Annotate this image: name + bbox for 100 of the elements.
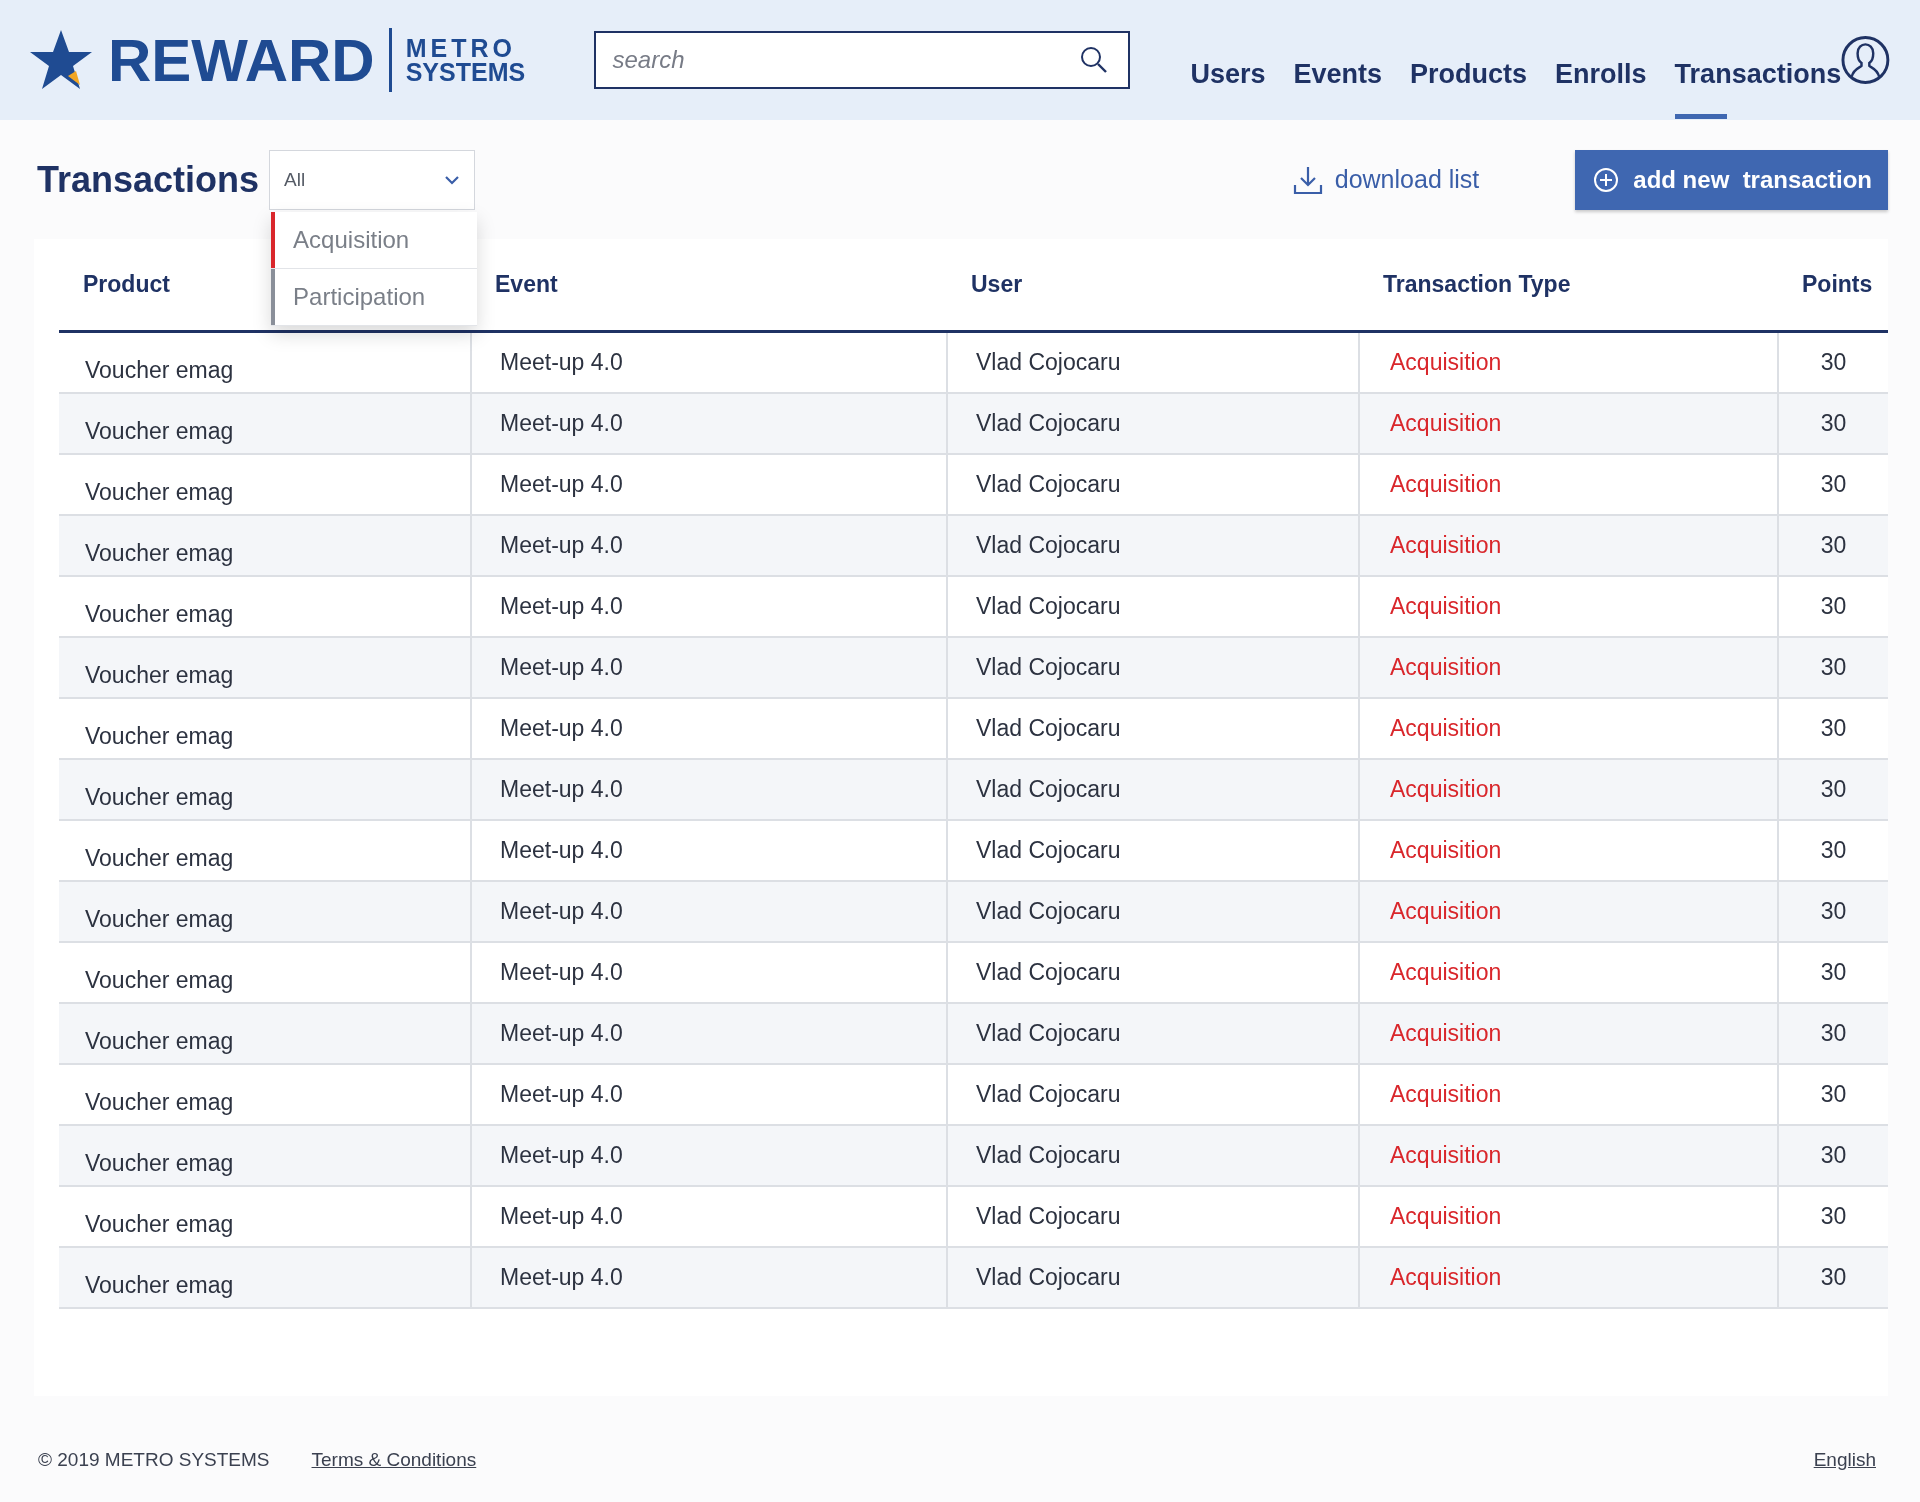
chevron-icon [444, 174, 461, 185]
table-cell: Voucher emag [59, 1185, 471, 1247]
table-cell: Vlad Cojocaru [947, 392, 1359, 454]
table-cell: Acquisition [1359, 1063, 1778, 1125]
table-cell: Vlad Cojocaru [947, 1246, 1359, 1308]
table-cell: Vlad Cojocaru [947, 941, 1359, 1003]
table-cell: Meet-up 4.0 [471, 819, 947, 881]
table-cell: Voucher emag [59, 514, 471, 576]
logo-brand: SYSTEMS [405, 60, 526, 84]
search-field[interactable]: search [594, 31, 1131, 89]
table-cell: Vlad Cojocaru [947, 1002, 1359, 1064]
table-cell: Acquisition [1359, 392, 1778, 454]
table-cell: Vlad Cojocaru [947, 636, 1359, 698]
column-header: User [947, 239, 1359, 332]
nav-tab[interactable]: Events [1293, 29, 1383, 119]
table-cell: 30 [1778, 1063, 1888, 1125]
table-cell: Voucher emag [59, 697, 471, 759]
table-cell: Voucher emag [59, 941, 471, 1003]
table-cell: Vlad Cojocaru [947, 1124, 1359, 1186]
table-cell: Voucher emag [59, 819, 471, 881]
add-transaction-button[interactable]: add new transaction [1575, 149, 1888, 210]
logo-brand: METRO [405, 36, 517, 60]
table-cell: Meet-up 4.0 [471, 575, 947, 637]
table-cell: Voucher emag [59, 1002, 471, 1064]
column-header: Points [1778, 239, 1888, 332]
user-avatar-icon[interactable] [1841, 35, 1890, 85]
table-cell: Meet-up 4.0 [471, 636, 947, 698]
table-cell: 30 [1778, 1246, 1888, 1308]
table-cell: Voucher emag [59, 1124, 471, 1186]
table-cell: Vlad Cojocaru [947, 819, 1359, 881]
table-cell: 30 [1778, 575, 1888, 637]
table-cell: Meet-up 4.0 [471, 453, 947, 515]
table-cell: Acquisition [1359, 636, 1778, 698]
table-cell: 30 [1778, 636, 1888, 698]
table-cell: Vlad Cojocaru [947, 697, 1359, 759]
table-cell: Meet-up 4.0 [471, 880, 947, 942]
table-cell: 30 [1778, 697, 1888, 759]
table-cell: Voucher emag [59, 636, 471, 698]
table-cell: Acquisition [1359, 880, 1778, 942]
table-cell: Acquisition [1359, 453, 1778, 515]
table-cell: Acquisition [1359, 819, 1778, 881]
table-cell: Acquisition [1359, 331, 1778, 393]
nav-tab[interactable]: Users [1190, 29, 1266, 119]
table-cell: Acquisition [1359, 1002, 1778, 1064]
table-cell: Meet-up 4.0 [471, 758, 947, 820]
table-cell: 30 [1778, 392, 1888, 454]
table-cell: Acquisition [1359, 758, 1778, 820]
table-cell: 30 [1778, 1185, 1888, 1247]
table-cell: Acquisition [1359, 575, 1778, 637]
table-cell: Voucher emag [59, 453, 471, 515]
table-cell: Meet-up 4.0 [471, 1246, 947, 1308]
table-cell: Voucher emag [59, 758, 471, 820]
table-cell: Meet-up 4.0 [471, 1124, 947, 1186]
table-cell: Vlad Cojocaru [947, 880, 1359, 942]
copyright-text: © 2019 METRO SYSTEMS [38, 1449, 270, 1471]
table-cell: 30 [1778, 819, 1888, 881]
language-link[interactable]: English [1813, 1449, 1876, 1471]
table-cell: Acquisition [1359, 941, 1778, 1003]
table-cell: Acquisition [1359, 514, 1778, 576]
table-cell: Meet-up 4.0 [471, 941, 947, 1003]
table-cell: 30 [1778, 331, 1888, 393]
download-link[interactable]: download list [1292, 164, 1480, 195]
search-icon [1080, 46, 1109, 74]
logo-title: REWARD [108, 25, 375, 95]
table-cell: Voucher emag [59, 1246, 471, 1308]
table-cell: Voucher emag [59, 880, 471, 942]
nav-tab[interactable]: Products [1410, 29, 1528, 119]
table-cell: Vlad Cojocaru [947, 758, 1359, 820]
dropdown-option[interactable]: Participation [275, 282, 426, 311]
table-cell: 30 [1778, 941, 1888, 1003]
dropdown-option[interactable]: Acquisition [275, 225, 410, 254]
table-cell: Meet-up 4.0 [471, 331, 947, 393]
column-header: Transaction Type [1359, 239, 1778, 332]
table-cell: 30 [1778, 1002, 1888, 1064]
table-cell: Vlad Cojocaru [947, 514, 1359, 576]
page-title: Transactions [37, 158, 260, 201]
table-cell: Meet-up 4.0 [471, 697, 947, 759]
table-cell: Acquisition [1359, 697, 1778, 759]
table-cell: Acquisition [1359, 1246, 1778, 1308]
table-cell: 30 [1778, 880, 1888, 942]
table-cell: Voucher emag [59, 1063, 471, 1125]
star-icon [28, 28, 94, 92]
table-cell: Voucher emag [59, 331, 471, 393]
table-cell: Meet-up 4.0 [471, 1185, 947, 1247]
table-cell: Vlad Cojocaru [947, 331, 1359, 393]
filter-dropdown[interactable]: All [269, 149, 476, 210]
table-cell: Meet-up 4.0 [471, 392, 947, 454]
nav-tab[interactable]: Enrolls [1555, 29, 1647, 119]
table-cell: Vlad Cojocaru [947, 453, 1359, 515]
table-cell: Vlad Cojocaru [947, 1063, 1359, 1125]
table-cell: Acquisition [1359, 1124, 1778, 1186]
table-cell: 30 [1778, 514, 1888, 576]
terms-link[interactable]: Terms & Conditions [311, 1449, 477, 1471]
download-icon [1292, 164, 1323, 195]
table-cell: 30 [1778, 1124, 1888, 1186]
table-cell: Meet-up 4.0 [471, 1002, 947, 1064]
table-cell: 30 [1778, 758, 1888, 820]
table-cell: Vlad Cojocaru [947, 1185, 1359, 1247]
table-cell: Vlad Cojocaru [947, 575, 1359, 637]
table-cell: Meet-up 4.0 [471, 1063, 947, 1125]
